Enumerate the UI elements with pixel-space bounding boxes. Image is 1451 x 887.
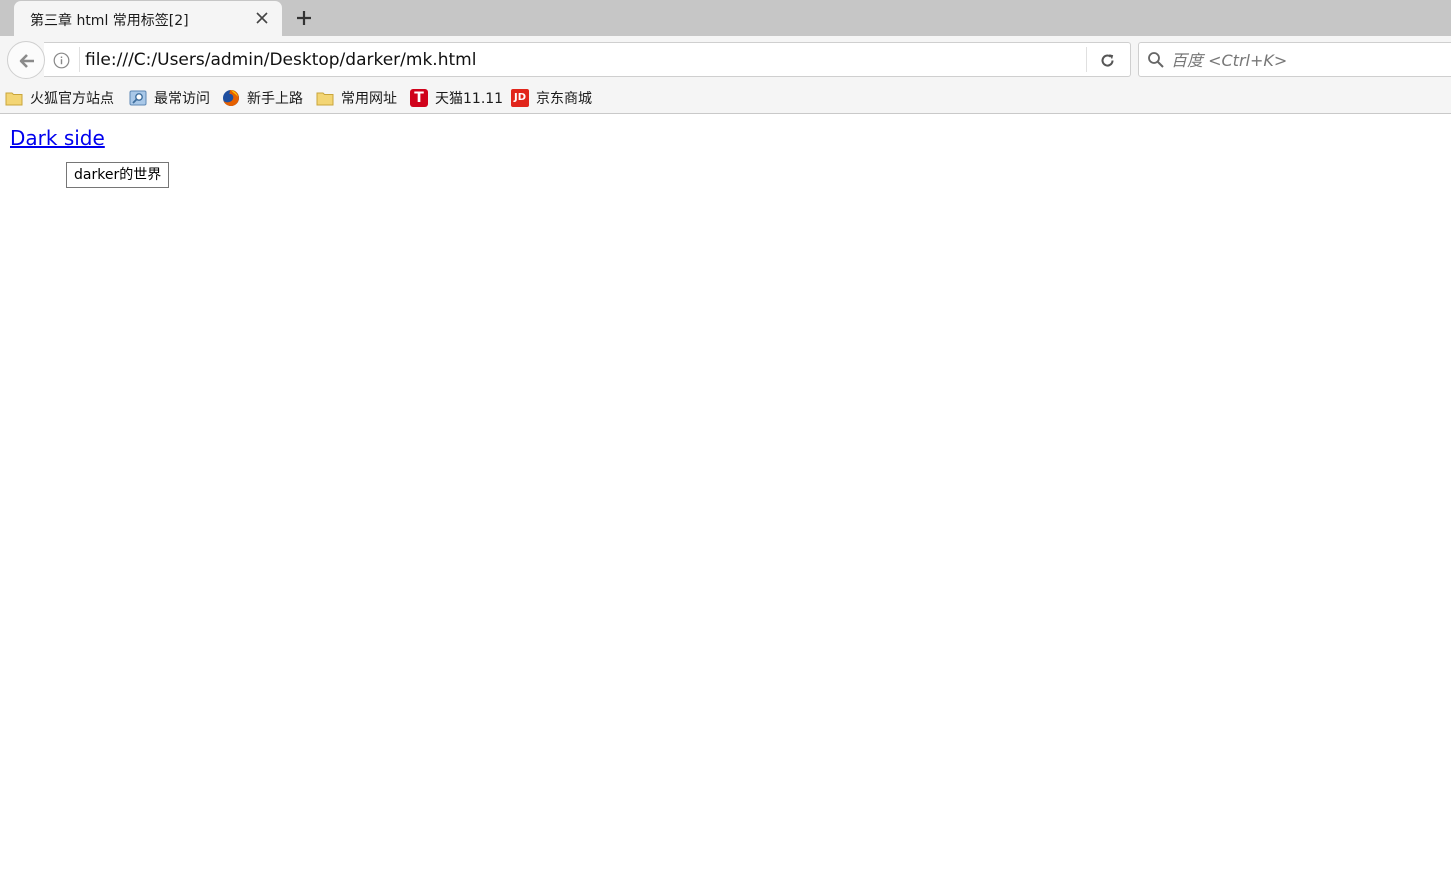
bookmark-label: 最常访问	[154, 91, 210, 107]
bookmark-label: 常用网址	[341, 91, 397, 107]
back-button[interactable]	[7, 41, 45, 79]
firefox-icon	[222, 89, 240, 107]
bookmark-label: 京东商城	[536, 91, 592, 107]
search-icon	[1147, 51, 1165, 69]
bookmark-label: 新手上路	[247, 91, 303, 107]
url-bar[interactable]	[44, 42, 1131, 77]
reload-icon[interactable]	[1099, 52, 1116, 69]
page-content: Dark side darker的世界	[0, 115, 1451, 887]
folder-icon	[5, 89, 23, 107]
bookmark-label: 火狐官方站点	[30, 91, 114, 107]
navigation-toolbar	[0, 36, 1451, 80]
bookmark-firefox-official[interactable]: 火狐官方站点	[5, 87, 114, 109]
tab-active[interactable]: 第三章 html 常用标签[2]	[14, 1, 282, 36]
link-tooltip: darker的世界	[66, 162, 170, 188]
plus-icon[interactable]	[294, 8, 314, 28]
bookmark-getting-started[interactable]: 新手上路	[222, 87, 303, 109]
jd-icon-text: JD	[513, 92, 527, 103]
bookmark-common-sites[interactable]: 常用网址	[316, 87, 397, 109]
search-bar[interactable]	[1138, 42, 1451, 77]
close-icon[interactable]	[254, 10, 270, 26]
tab-title: 第三章 html 常用标签[2]	[30, 13, 189, 29]
bookmark-label: 天猫11.11	[435, 91, 504, 107]
bookmarks-toolbar: 火狐官方站点 最常访问 新手上路 常用网址 T 天猫11.11 JD 京东商城	[0, 80, 1451, 114]
bookmark-most-visited[interactable]: 最常访问	[129, 87, 210, 109]
bookmark-tmall[interactable]: T 天猫11.11	[410, 87, 503, 109]
url-separator	[79, 47, 80, 72]
back-arrow-icon	[19, 54, 34, 68]
bookmark-jd[interactable]: JD 京东商城	[511, 87, 592, 109]
dark-side-link[interactable]: Dark side	[10, 126, 105, 150]
jd-icon: JD	[511, 89, 529, 107]
info-icon[interactable]	[53, 52, 70, 69]
smart-folder-icon	[129, 89, 147, 107]
folder-icon	[316, 89, 334, 107]
url-input[interactable]	[85, 48, 1075, 72]
search-input[interactable]	[1171, 48, 1451, 72]
tmall-icon-text: T	[414, 90, 424, 106]
tab-strip: 第三章 html 常用标签[2]	[0, 0, 1451, 36]
reload-separator	[1086, 47, 1087, 72]
tmall-icon: T	[410, 89, 428, 107]
